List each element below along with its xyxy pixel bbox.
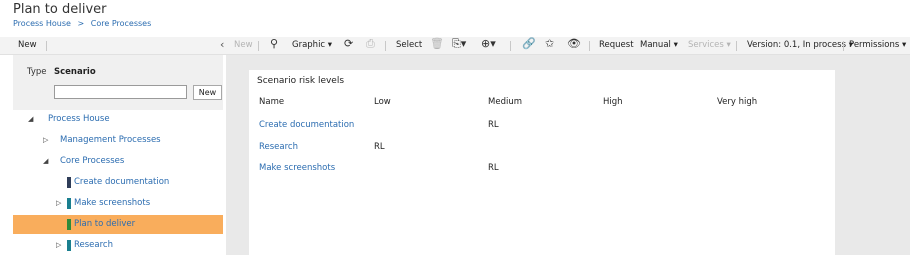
risk-levels-card: Scenario risk levels Name Low Medium Hig… [249,70,835,255]
toolbar-separator [736,41,737,51]
tree-item-label: Plan to deliver [74,219,136,229]
copy-icon[interactable]: ⎘▾ [452,37,466,51]
column-header-very-high: Very high [717,97,758,107]
new-button[interactable]: New [234,40,253,50]
breadcrumb-process-house[interactable]: Process House [13,19,71,28]
process-color-bar [67,219,71,230]
tree-item-label: Create documentation [74,177,170,187]
search-icon[interactable]: ⚲ [270,37,278,50]
print-icon[interactable]: ⎙ [366,37,375,51]
tree-item-make-screenshots[interactable]: ▷ Make screenshots [13,195,223,211]
permissions-dropdown[interactable]: Permissions ▾ [849,40,906,50]
tree-item-core-processes[interactable]: ◢ Core Processes [13,153,223,169]
column-header-high: High [603,97,623,107]
toolbar-separator [46,41,47,51]
left-toolbar: New ‹ [0,37,226,55]
card-title: Scenario risk levels [257,76,345,86]
add-icon[interactable]: ⊕▾ [481,37,496,50]
request-button[interactable]: Request [599,40,634,50]
process-tree: ◢ Process House ▷ Management Processes ◢… [13,110,223,255]
risk-cell-medium: RL [488,163,499,173]
toolbar-separator [589,41,590,51]
row-name-link[interactable]: Create documentation [259,120,354,130]
select-button[interactable]: Select [396,40,422,50]
toolbar-separator [510,41,511,51]
new-button[interactable]: New [193,85,222,100]
collapsed-icon[interactable]: ▷ [43,132,48,148]
expanded-icon[interactable]: ◢ [43,153,48,169]
star-icon[interactable]: ✩ [545,37,554,50]
toolbar-separator [385,41,386,51]
main-toolbar: New ⚲ Graphic ▾ ⟳ ⎙ Select 🗑 ⎘▾ ⊕▾ 🔗 ✩ 👁… [226,37,910,55]
type-value: Scenario [54,67,96,77]
tree-item-research[interactable]: ▷ Research [13,237,223,253]
process-color-bar [67,240,71,251]
manual-dropdown[interactable]: Manual ▾ [640,40,678,50]
column-header-low: Low [374,97,391,107]
tree-item-management-processes[interactable]: ▷ Management Processes [13,132,223,148]
expanded-icon[interactable]: ◢ [28,111,33,127]
collapsed-icon[interactable]: ▷ [56,195,61,211]
graphic-dropdown[interactable]: Graphic ▾ [292,40,332,50]
type-label: Type [27,67,47,77]
search-input[interactable] [54,85,187,99]
left-new-button[interactable]: New [18,40,37,50]
content-area: Scenario risk levels Name Low Medium Hig… [226,55,910,255]
tree-item-label: Research [74,240,113,250]
column-header-medium: Medium [488,97,522,107]
page-title: Plan to deliver [13,2,107,17]
tree-item-process-house[interactable]: ◢ Process House [13,111,223,127]
toolbar-separator [843,41,844,51]
tree-item-create-documentation[interactable]: Create documentation [13,174,223,190]
column-header-name: Name [259,97,285,107]
delete-icon[interactable]: 🗑 [430,37,444,50]
tree-item-label: Make screenshots [74,198,151,208]
risk-cell-low: RL [374,142,385,152]
tree-item-label: Core Processes [60,156,125,166]
tree-item-plan-to-deliver[interactable]: Plan to deliver [13,215,223,234]
page-header: Plan to deliver Process House > Core Pro… [0,0,910,37]
breadcrumb: Process House > Core Processes [13,19,155,28]
eye-icon[interactable]: 👁 [567,37,581,50]
services-dropdown[interactable]: Services ▾ [688,40,731,50]
toolbar-separator [258,41,259,51]
row-name-link[interactable]: Research [259,142,298,152]
row-name-link[interactable]: Make screenshots [259,163,335,173]
refresh-icon[interactable]: ⟳ [344,37,353,50]
tree-item-label: Process House [48,114,110,124]
link-icon[interactable]: 🔗 [522,37,536,50]
tree-item-label: Management Processes [60,135,161,145]
breadcrumb-separator: > [77,19,85,28]
app-window: Plan to deliver Process House > Core Pro… [0,0,910,255]
chevron-left-icon[interactable]: ‹ [220,38,224,51]
collapsed-icon[interactable]: ▷ [56,237,61,253]
risk-cell-medium: RL [488,120,499,130]
breadcrumb-core-processes[interactable]: Core Processes [91,19,152,28]
version-dropdown[interactable]: Version: 0.1, In process ▾ [747,40,853,50]
process-color-bar [67,198,71,209]
process-color-bar [67,177,71,188]
